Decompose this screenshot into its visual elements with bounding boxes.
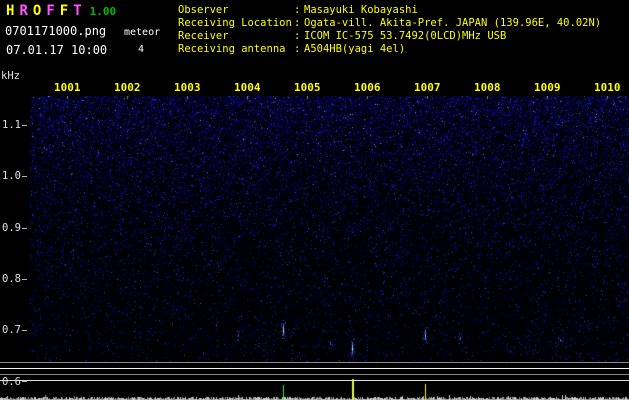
hrofft-spectrogram-image: H R O F F T 1.00 0701171000.png meteor 07.01.1… — [0, 0, 629, 400]
freq-tick-mark — [22, 381, 27, 382]
info-label: Receiving antenna — [178, 43, 286, 55]
freq-tick-label: 1.1 — [2, 119, 21, 131]
time-tick-label: 1008 — [474, 81, 501, 94]
info-row-antenna: Receiving antenna: A504HB(yagi 4el) — [178, 43, 601, 56]
app-logo-letter: T — [73, 3, 82, 19]
info-value: Masayuki Kobayashi — [304, 4, 418, 16]
app-logo-letter: F — [46, 3, 55, 19]
info-value: A504HB(yagi 4el) — [304, 43, 406, 55]
freq-tick-label: 1.0 — [2, 170, 21, 182]
time-tick-label: 1004 — [234, 81, 261, 94]
app-logo-letter: O — [32, 3, 42, 19]
freq-tick-label: 0.6 — [2, 376, 21, 388]
info-colon: : — [294, 30, 301, 42]
time-tick-label: 1002 — [114, 81, 141, 94]
freq-tick-label: 0.9 — [2, 222, 21, 234]
freq-tick-label: 0.8 — [2, 273, 21, 285]
app-logo: H R O F F T 1.00 — [6, 3, 116, 19]
info-label: Receiver — [178, 30, 229, 42]
time-tick-label: 1005 — [294, 81, 321, 94]
info-value: ICOM IC-575 53.7492(0LCD)MHz USB — [304, 30, 507, 42]
mode-label: meteor — [124, 27, 161, 38]
time-tick-label: 1007 — [414, 81, 441, 94]
time-tick-label: 1001 — [54, 81, 81, 94]
station-info: Observer: Masayuki Kobayashi Receiving Lo… — [178, 4, 601, 56]
freq-axis-unit: kHz — [1, 70, 20, 82]
level-reference-line — [0, 362, 629, 363]
freq-tick-mark — [22, 125, 27, 126]
app-logo-letter: R — [19, 3, 28, 19]
info-row-location: Receiving Location: Ogata-vill. Akita-Pre… — [178, 17, 601, 30]
spectrogram-canvas — [30, 96, 629, 362]
info-label: Receiving Location — [178, 17, 292, 29]
time-tick-label: 1003 — [174, 81, 201, 94]
freq-tick-mark — [22, 330, 27, 331]
info-colon: : — [294, 17, 301, 29]
info-label: Observer — [178, 4, 229, 16]
info-colon: : — [294, 43, 301, 55]
freq-tick-label: 0.7 — [2, 324, 21, 336]
time-tick-label: 1006 — [354, 81, 381, 94]
signal-level-canvas — [0, 378, 629, 400]
filename-label: 0701171000.png — [5, 24, 107, 38]
info-row-receiver: Receiver: ICOM IC-575 53.7492(0LCD)MHz US… — [178, 30, 601, 43]
level-reference-line — [0, 374, 629, 375]
meteor-count: 4 — [138, 44, 145, 55]
info-value: Ogata-vill. Akita-Pref. JAPAN (139.96E, … — [304, 17, 602, 29]
app-logo-letter: F — [59, 3, 69, 19]
app-logo-letter: H — [6, 3, 15, 19]
info-row-observer: Observer: Masayuki Kobayashi — [178, 4, 601, 17]
app-version: 1.00 — [89, 5, 117, 18]
info-colon: : — [294, 4, 301, 16]
level-reference-line — [0, 368, 629, 369]
freq-tick-mark — [22, 228, 27, 229]
time-tick-label: 1009 — [534, 81, 561, 94]
time-tick-label: 1010 — [594, 81, 621, 94]
datetime-label: 07.01.17 10:00 — [6, 43, 108, 57]
freq-tick-mark — [22, 279, 27, 280]
freq-tick-mark — [22, 176, 27, 177]
